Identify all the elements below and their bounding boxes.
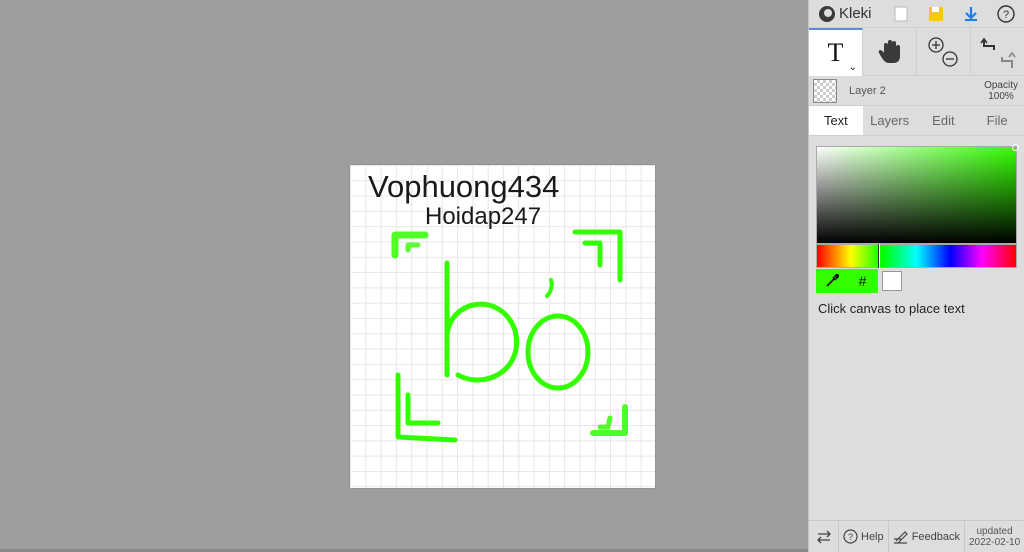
new-image-button[interactable] [883,0,918,28]
download-button[interactable] [953,0,988,28]
tab-text[interactable]: Text [809,106,863,135]
swap-arrows-icon [816,530,831,543]
save-button[interactable] [918,0,953,28]
svg-text:?: ? [848,532,853,542]
hue-slider[interactable] [816,244,1017,268]
swap-side-button[interactable] [809,520,839,552]
tab-file[interactable]: File [970,106,1024,135]
secondary-color-swatch[interactable] [882,271,902,291]
opacity-label: Opacity [984,79,1018,91]
help-link[interactable]: ? Help [839,520,889,552]
sv-picker-knob[interactable] [1012,144,1019,151]
layer-name: Layer 2 [849,84,886,97]
hue-slider-knob[interactable] [878,244,880,268]
floppy-disk-icon [928,6,943,21]
text-tool-icon: T [827,38,844,67]
layer-row[interactable]: Layer 2 Opacity 100% [809,76,1024,106]
undo-redo-icon [979,37,1016,68]
updated-info: updated 2022-02-10 [965,526,1020,548]
zoom-in-out-icon [927,37,958,67]
undo-redo-buttons[interactable] [971,28,1024,76]
tab-layers[interactable]: Layers [863,106,917,135]
color-row: # [816,269,902,293]
updated-label: updated [976,525,1013,537]
help-button[interactable]: ? [988,0,1023,28]
top-bar: Kleki ? [809,0,1024,28]
question-mark-icon: ? [996,4,1015,23]
eyedropper-icon [825,274,839,287]
new-file-icon [894,6,907,21]
chevron-down-icon[interactable]: ⌄ [849,62,857,73]
eyedropper-button[interactable] [816,269,847,293]
zoom-buttons[interactable] [917,28,971,76]
download-icon [964,6,977,21]
layer-thumbnail[interactable] [813,78,837,103]
drawing-canvas[interactable]: Vophuong434 Hoidap247 [350,165,655,488]
tab-bar: Text Layers Edit File [809,106,1024,136]
sidebar: Kleki ? T ⌄ Layer 2 Opacity 100% Text La… [808,0,1024,552]
opacity-value: 100% [988,90,1014,102]
text-tool-panel: # Click canvas to place text [809,139,1024,519]
help-circle-icon: ? [843,529,858,544]
canvas-drawing [391,229,628,443]
hand-icon [878,40,900,63]
primary-color-swatch[interactable]: # [816,269,878,293]
updated-date: 2022-02-10 [969,536,1021,548]
svg-text:?: ? [1002,9,1008,21]
saturation-value-picker[interactable] [816,144,1019,244]
text-tool-button[interactable]: T ⌄ [809,28,863,76]
bottom-bar: ? Help Feedback updated 2022-02-10 [809,520,1024,552]
tool-row: T ⌄ [809,28,1024,76]
hex-input-button[interactable]: # [847,269,878,293]
help-label: Help [861,530,884,543]
pencil-note-icon [894,530,908,544]
text-tool-hint: Click canvas to place text [818,301,965,316]
hand-tool-button[interactable] [863,28,917,76]
kleki-logo-icon [819,5,835,22]
feedback-link[interactable]: Feedback [889,520,965,552]
layer-opacity[interactable]: Opacity 100% [984,80,1018,102]
canvas-workspace[interactable]: Vophuong434 Hoidap247 [0,0,808,552]
app-name: Kleki [839,5,872,22]
feedback-label: Feedback [911,530,960,543]
kleki-logo[interactable]: Kleki [809,5,883,22]
tab-edit[interactable]: Edit [917,106,971,135]
